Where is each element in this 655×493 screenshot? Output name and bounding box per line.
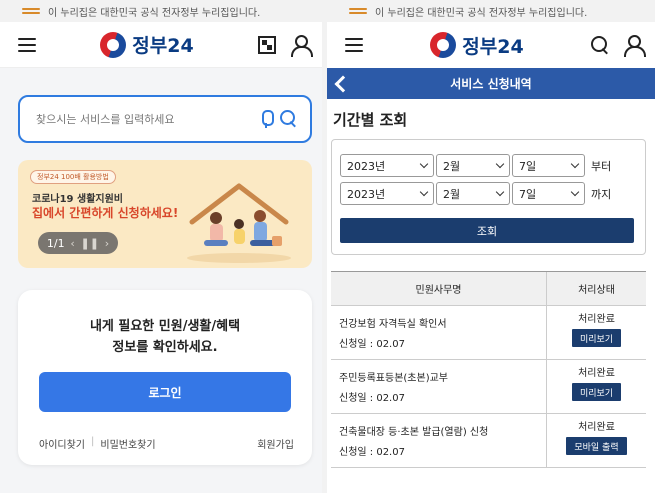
login-button[interactable]: 로그인 [39, 372, 291, 412]
user-icon[interactable] [623, 35, 646, 57]
preview-button[interactable]: 미리보기 [571, 383, 622, 401]
chevron-down-icon [495, 187, 505, 197]
logo[interactable]: 정부24 [430, 32, 524, 59]
history-table: 민원사무명 처리상태 건강보험 자격득실 확인서 신청일 : 02.07 처리완… [331, 271, 646, 468]
service-name[interactable]: 건축물대장 등·초본 발급(열람) 신청 [339, 423, 546, 443]
service-history-panel: 이 누리집은 대한민국 공식 전자정부 누리집입니다. 정부24 서비스 신청내… [327, 0, 655, 493]
home-panel: 이 누리집은 대한민국 공식 전자정부 누리집입니다. 정부24 정부24 10… [0, 0, 322, 493]
logo-text: 정부24 [462, 35, 524, 58]
login-message: 내게 필요한 민원/생활/혜택 정보를 확인하세요. [18, 316, 312, 358]
user-icon[interactable] [290, 34, 313, 57]
login-message-line2: 정보를 확인하세요. [112, 340, 218, 355]
table-row: 주민등록표등본(초본)교부 신청일 : 02.07 처리완료 미리보기 [331, 360, 646, 414]
from-day-select[interactable]: 7일 [512, 154, 585, 177]
apply-date: 02.07 [376, 393, 405, 404]
table-row: 건축물대장 등·초본 발급(열람) 신청 신청일 : 02.07 처리완료 모바… [331, 414, 646, 468]
apply-date: 02.07 [376, 339, 405, 350]
banner-line1: 코로나19 생활지원비 [32, 194, 123, 205]
qr-code-icon[interactable] [258, 35, 276, 54]
date-label: 신청일 : [339, 393, 377, 404]
government-mark-icon [349, 7, 367, 15]
promo-banner[interactable]: 정부24 100배 활용방법 코로나19 생활지원비 집에서 간편하게 신청하세… [18, 160, 312, 268]
official-notice-text: 이 누리집은 대한민국 공식 전자정부 누리집입니다. [375, 7, 588, 19]
menu-icon[interactable] [345, 38, 363, 52]
date-label: 신청일 : [339, 447, 377, 458]
chevron-down-icon [419, 187, 429, 197]
from-label: 부터 [591, 159, 612, 173]
to-year-select[interactable]: 2023년 [340, 182, 434, 205]
taegeuk-logo-icon [430, 32, 457, 58]
to-date-row: 2023년 2월 7일 까지 [340, 182, 611, 205]
from-year-value: 2023년 [347, 159, 386, 173]
login-message-line1: 내게 필요한 민원/생활/혜택 [89, 319, 241, 334]
signup-link[interactable]: 회원가입 [257, 436, 294, 451]
microphone-icon[interactable] [260, 110, 274, 128]
section-title: 기간별 조회 [333, 111, 408, 129]
from-year-select[interactable]: 2023년 [340, 154, 434, 177]
apply-date: 02.07 [376, 447, 405, 458]
service-name[interactable]: 건강보험 자격득실 확인서 [339, 315, 546, 335]
from-day-value: 7일 [519, 159, 537, 173]
to-year-value: 2023년 [347, 187, 386, 201]
pager-current: 1 [46, 236, 54, 250]
pager-total: 1 [57, 236, 65, 250]
official-notice-bar: 이 누리집은 대한민국 공식 전자정부 누리집입니다. [0, 0, 322, 22]
chevron-down-icon [570, 187, 580, 197]
login-card: 내게 필요한 민원/생활/혜택 정보를 확인하세요. 로그인 아이디찾기 | 비… [18, 290, 312, 465]
query-button[interactable]: 조회 [340, 218, 634, 243]
find-password-link[interactable]: 비밀번호찾기 [100, 436, 155, 451]
official-notice-bar: 이 누리집은 대한민국 공식 전자정부 누리집입니다. [327, 0, 655, 22]
link-divider: | [91, 436, 95, 447]
banner-pager: 1/1 ‹ ❚❚ › [38, 232, 118, 254]
family-house-illustration [187, 183, 291, 263]
service-name[interactable]: 주민등록표등본(초본)교부 [339, 369, 546, 389]
to-month-value: 2월 [443, 187, 461, 201]
column-header-status: 처리상태 [578, 285, 615, 296]
status-text: 처리완료 [578, 314, 615, 325]
search-icon[interactable] [591, 36, 609, 54]
logo[interactable]: 정부24 [100, 31, 194, 58]
status-text: 처리완료 [578, 422, 615, 433]
from-date-row: 2023년 2월 7일 부터 [340, 154, 611, 177]
mobile-print-button[interactable]: 모바일 출력 [566, 437, 627, 455]
prev-icon[interactable]: ‹ [70, 237, 74, 250]
header: 정부24 [327, 22, 655, 68]
search-bar [18, 95, 312, 143]
chevron-down-icon [495, 159, 505, 169]
taegeuk-logo-icon [100, 31, 127, 58]
header: 정부24 [0, 22, 322, 68]
banner-tag: 정부24 100배 활용방법 [30, 170, 116, 184]
banner-line2: 집에서 간편하게 신청하세요! [32, 206, 179, 220]
table-header: 민원사무명 처리상태 [331, 272, 646, 306]
page-title-bar: 서비스 신청내역 [327, 68, 655, 99]
table-row: 건강보험 자격득실 확인서 신청일 : 02.07 처리완료 미리보기 [331, 306, 646, 360]
to-day-value: 7일 [519, 187, 537, 201]
government-mark-icon [22, 7, 40, 15]
status-text: 처리완료 [578, 368, 615, 379]
login-links: 아이디찾기 | 비밀번호찾기 회원가입 [39, 436, 294, 451]
find-id-link[interactable]: 아이디찾기 [39, 436, 85, 451]
logo-text: 정부24 [132, 35, 194, 57]
to-day-select[interactable]: 7일 [512, 182, 585, 205]
from-month-value: 2월 [443, 159, 461, 173]
chevron-down-icon [419, 159, 429, 169]
to-month-select[interactable]: 2월 [436, 182, 510, 205]
from-month-select[interactable]: 2월 [436, 154, 510, 177]
search-input[interactable] [36, 112, 260, 126]
pause-icon[interactable]: ❚❚ [81, 237, 99, 250]
next-icon[interactable]: › [105, 237, 109, 250]
to-label: 까지 [591, 187, 612, 201]
menu-icon[interactable] [18, 37, 36, 52]
page-title: 서비스 신청내역 [450, 77, 532, 91]
period-query-form: 2023년 2월 7일 부터 2023년 2월 7일 까지 조회 [331, 139, 646, 255]
column-header-name: 민원사무명 [331, 272, 547, 305]
official-notice-text: 이 누리집은 대한민국 공식 전자정부 누리집입니다. [48, 7, 261, 19]
search-icon[interactable] [280, 110, 298, 128]
chevron-down-icon [570, 159, 580, 169]
preview-button[interactable]: 미리보기 [571, 329, 622, 347]
back-arrow-icon[interactable] [333, 75, 347, 91]
date-label: 신청일 : [339, 339, 377, 350]
